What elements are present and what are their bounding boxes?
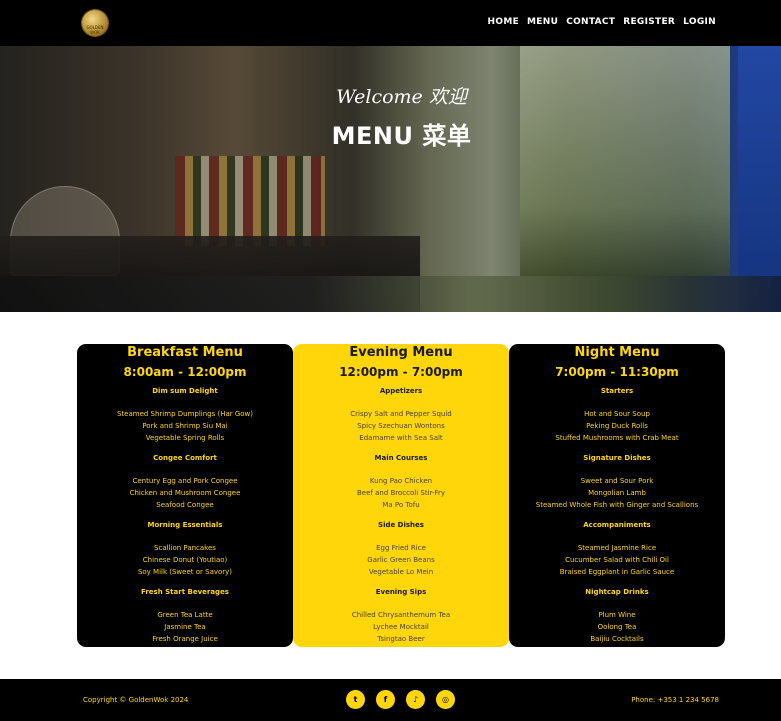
menu-item: Scallion Pancakes — [154, 544, 216, 552]
menu-item: Crispy Salt and Pepper Squid — [350, 410, 452, 418]
menu-item: Century Egg and Pork Congee — [132, 477, 238, 485]
menu-title: Evening Menu — [349, 345, 453, 360]
footer-copyright: Copyright © GoldenWok 2024 — [83, 696, 189, 704]
section-title: Morning Essentials — [147, 521, 223, 529]
menu-section: Nightcap Drinks Plum Wine Oolong Tea Baiji… — [509, 588, 725, 645]
section-title: Accompaniments — [583, 521, 651, 529]
section-title: Nightcap Drinks — [585, 588, 649, 596]
menu-item: Baijiu Cocktails — [590, 635, 644, 643]
menu-item: Steamed Shrimp Dumplings (Har Gow) — [116, 410, 254, 418]
social-links: t f ♪ ◎ — [346, 690, 455, 709]
section-title: Fresh Start Beverages — [141, 588, 229, 596]
menu-item: Tsingtao Beer — [377, 635, 425, 643]
menu-item: Beef and Broccoli Stir-Fry — [356, 489, 446, 497]
menu-item: Plum Wine — [598, 611, 636, 619]
top-navbar: GOLDEN WOK HOME MENU CONTACT REGISTER LO… — [0, 0, 781, 46]
footer: Copyright © GoldenWok 2024 t f ♪ ◎ Phone… — [0, 679, 781, 721]
menu-item: Steamed Jasmine Rice — [577, 544, 657, 552]
menu-section: Accompaniments Steamed Jasmine Rice Cucum… — [509, 521, 725, 578]
menu-title: Breakfast Menu — [127, 345, 243, 360]
menu-item: Garlic Green Beans — [367, 556, 435, 564]
menu-item: Oolong Tea — [597, 623, 637, 631]
menu-item: Vegetable Lo Mein — [368, 568, 434, 576]
nav-link-menu[interactable]: MENU — [527, 17, 558, 27]
instagram-icon[interactable]: ◎ — [436, 690, 455, 709]
section-title: Starters — [600, 387, 634, 395]
menu-item: Soy Milk (Sweet or Savory) — [137, 568, 233, 576]
menu-item: Chilled Chrysanthemum Tea — [351, 611, 451, 619]
logo[interactable]: GOLDEN WOK — [82, 10, 108, 36]
footer-phone: Phone: +353 1 234 5678 — [631, 696, 719, 704]
menu-item: Fresh Orange Juice — [152, 635, 218, 643]
tiktok-icon[interactable]: ♪ — [406, 690, 425, 709]
menu-item: Pork and Shrimp Siu Mai — [142, 422, 228, 430]
menu-item: Mongolian Lamb — [588, 489, 646, 497]
section-title: Side Dishes — [378, 521, 424, 529]
menu-item: Chicken and Mushroom Congee — [129, 489, 241, 497]
menu-section: Appetizers Crispy Salt and Pepper Squid S… — [293, 387, 509, 444]
menu-title: Night Menu — [574, 345, 660, 360]
menu-item: Green Tea Latte — [157, 611, 213, 619]
menu-item: Seafood Congee — [156, 501, 214, 509]
nav-link-home[interactable]: HOME — [488, 17, 520, 27]
menu-item: Braised Eggplant in Garlic Sauce — [559, 568, 675, 576]
section-title: Congee Comfort — [153, 454, 217, 462]
menu-section: Starters Hot and Sour Soup Peking Duck Ro… — [509, 387, 725, 444]
menu-hours: 8:00am - 12:00pm — [123, 365, 247, 379]
menu-item: Edamame with Sea Salt — [359, 434, 443, 442]
menu-item: Steamed Whole Fish with Ginger and Scall… — [535, 501, 699, 509]
nav-link-login[interactable]: LOGIN — [683, 17, 716, 27]
menu-item: Ma Po Tofu — [382, 501, 420, 509]
menu-item: Chinese Donut (Youtiao) — [142, 556, 228, 564]
menu-section: Signature Dishes Sweet and Sour Pork Mong… — [509, 454, 725, 511]
menu-item: Jasmine Tea — [164, 623, 206, 631]
menu-card-evening: Evening Menu 12:00pm - 7:00pm Appetizers… — [293, 344, 509, 647]
section-title: Signature Dishes — [583, 454, 651, 462]
hero-title: MENU 菜单 — [331, 122, 472, 150]
menu-item: Egg Fried Rice — [376, 544, 426, 552]
nav-link-contact[interactable]: CONTACT — [566, 17, 615, 27]
menu-card-night: Night Menu 7:00pm - 11:30pm Starters Hot… — [509, 344, 725, 647]
menu-item: Kung Pao Chicken — [369, 477, 433, 485]
menu-section: Morning Essentials Scallion Pancakes Chin… — [77, 521, 293, 578]
menu-section: Evening Sips Chilled Chrysanthemum Tea Ly… — [293, 588, 509, 645]
facebook-icon[interactable]: f — [376, 690, 395, 709]
nav-link-register[interactable]: REGISTER — [623, 17, 675, 27]
menu-section: Fresh Start Beverages Green Tea Latte Jas… — [77, 588, 293, 645]
section-title: Evening Sips — [375, 588, 427, 596]
logo-text: GOLDEN WOK — [86, 25, 104, 35]
menu-item: Spicy Szechuan Wontons — [357, 422, 445, 430]
menu-item: Stuffed Mushrooms with Crab Meat — [555, 434, 679, 442]
menu-item: Vegetable Spring Rolls — [145, 434, 225, 442]
menu-item: Hot and Sour Soup — [584, 410, 650, 418]
hero-banner: Welcome 欢迎 MENU 菜单 — [0, 46, 781, 312]
menu-hours: 12:00pm - 7:00pm — [339, 365, 463, 379]
menu-item: Peking Duck Rolls — [586, 422, 648, 430]
menu-item: Cucumber Salad with Chili Oil — [565, 556, 669, 564]
section-title: Appetizers — [379, 387, 423, 395]
nav-links: HOME MENU CONTACT REGISTER LOGIN — [488, 17, 716, 27]
menu-cards: Breakfast Menu 8:00am - 12:00pm Dim sum … — [77, 344, 725, 647]
menu-section: Side Dishes Egg Fried Rice Garlic Green B… — [293, 521, 509, 578]
menu-section: Congee Comfort Century Egg and Pork Cong… — [77, 454, 293, 511]
menu-hours: 7:00pm - 11:30pm — [555, 365, 679, 379]
hero-welcome: Welcome 欢迎 — [336, 86, 467, 108]
twitter-icon[interactable]: t — [346, 690, 365, 709]
menu-card-breakfast: Breakfast Menu 8:00am - 12:00pm Dim sum … — [77, 344, 293, 647]
menu-item: Lychee Mocktail — [373, 623, 429, 631]
menu-section: Dim sum Delight Steamed Shrimp Dumplings… — [77, 387, 293, 444]
section-title: Main Courses — [374, 454, 428, 462]
menu-section: Main Courses Kung Pao Chicken Beef and Br… — [293, 454, 509, 511]
menu-item: Sweet and Sour Pork — [580, 477, 654, 485]
section-title: Dim sum Delight — [152, 387, 218, 395]
